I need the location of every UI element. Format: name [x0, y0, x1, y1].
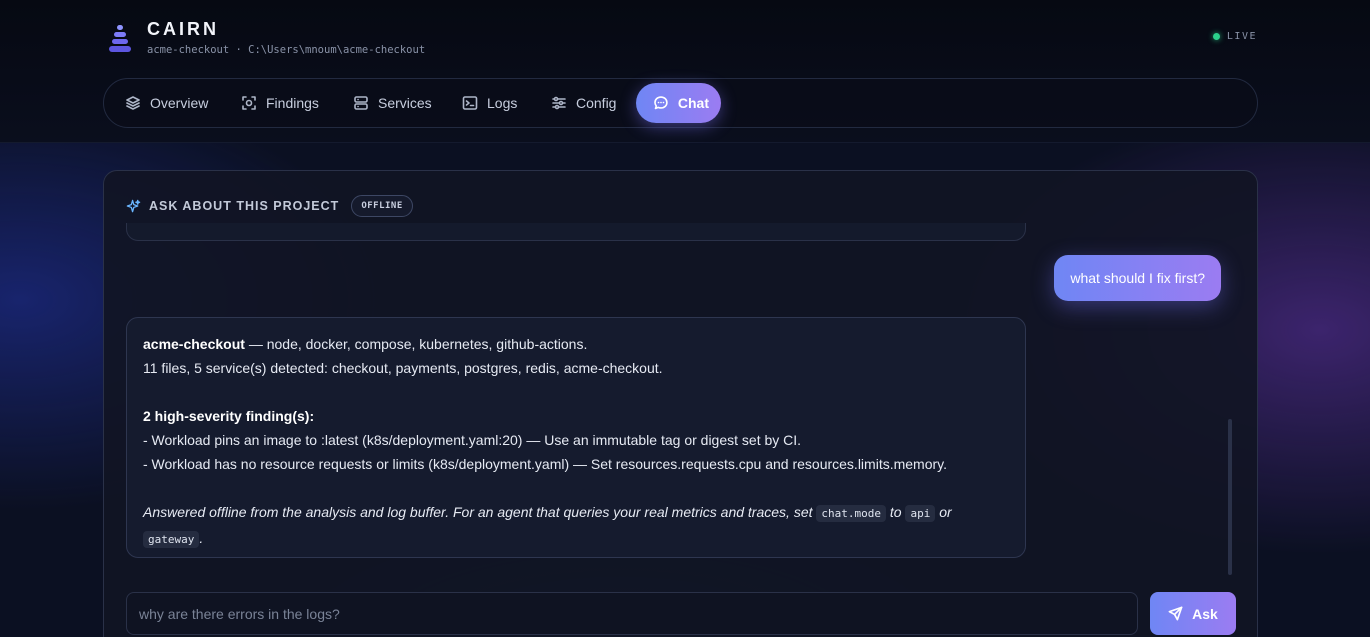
tab-findings[interactable]: Findings [229, 83, 331, 123]
user-message-bubble: what should I fix first? [1054, 255, 1221, 301]
mode-badge: OFFLINE [351, 195, 413, 217]
main-nav: Overview Findings Services Logs Config C… [103, 78, 1258, 128]
answer-stack-line: acme-checkout — node, docker, compose, k… [143, 332, 1009, 356]
tab-chat[interactable]: Chat [636, 83, 721, 123]
terminal-icon [462, 96, 478, 110]
app-title: CAIRN [147, 19, 219, 39]
chat-panel-header: ASK ABOUT THIS PROJECT OFFLINE [126, 194, 413, 218]
layers-icon [126, 96, 140, 110]
answer-note: Answered offline from the analysis and l… [143, 504, 952, 548]
question-input[interactable] [126, 592, 1138, 635]
tab-overview[interactable]: Overview [113, 83, 220, 123]
status-indicator: LIVE [1212, 31, 1257, 42]
tab-chat-label: Chat [677, 95, 709, 111]
sparkle-icon [126, 199, 141, 212]
ask-button[interactable]: Ask [1150, 592, 1236, 635]
chat-bubble-icon [654, 96, 668, 110]
answer-summary: 11 files, 5 service(s) detected: checkou… [143, 360, 663, 376]
app-header: CAIRN acme-checkout · C:\Users\mnoum\acm… [104, 18, 1258, 62]
answer-finding-item: - Workload pins an image to :latest (k8s… [143, 432, 802, 448]
cairn-logo-icon [106, 23, 134, 53]
answer-stack: — node, docker, compose, kubernetes, git… [244, 336, 588, 352]
status-label: LIVE [1226, 31, 1257, 42]
tab-overview-label: Overview [150, 95, 209, 111]
answer-project-name: acme-checkout [143, 336, 245, 352]
answer-findings-heading: 2 high-severity finding(s): [143, 408, 315, 424]
tab-config[interactable]: Config [539, 83, 628, 123]
code-api: api [905, 505, 936, 522]
tab-findings-label: Findings [266, 95, 319, 111]
ask-button-label: Ask [1192, 605, 1218, 622]
previous-message-bubble [126, 223, 1026, 241]
answer-finding-item: - Workload has no resource requests or l… [143, 456, 948, 472]
scan-icon [242, 96, 256, 110]
chat-panel-title: ASK ABOUT THIS PROJECT [149, 199, 340, 213]
tab-config-label: Config [576, 95, 617, 111]
sliders-icon [552, 96, 566, 110]
code-gateway: gateway [143, 531, 200, 548]
tab-logs[interactable]: Logs [450, 83, 529, 123]
tab-services[interactable]: Services [341, 83, 444, 123]
live-dot-icon [1212, 33, 1220, 40]
server-icon [354, 96, 368, 110]
project-path: acme-checkout · C:\Users\mnoum\acme-chec… [147, 44, 426, 56]
chat-scrollbar[interactable] [1228, 419, 1232, 575]
tab-logs-label: Logs [487, 95, 518, 111]
chat-panel: ASK ABOUT THIS PROJECT OFFLINE what shou… [103, 170, 1258, 637]
code-chat-mode: chat.mode [816, 505, 886, 522]
assistant-message-bubble: acme-checkout — node, docker, compose, k… [126, 317, 1026, 558]
tab-services-label: Services [378, 95, 432, 111]
send-icon [1168, 606, 1183, 621]
